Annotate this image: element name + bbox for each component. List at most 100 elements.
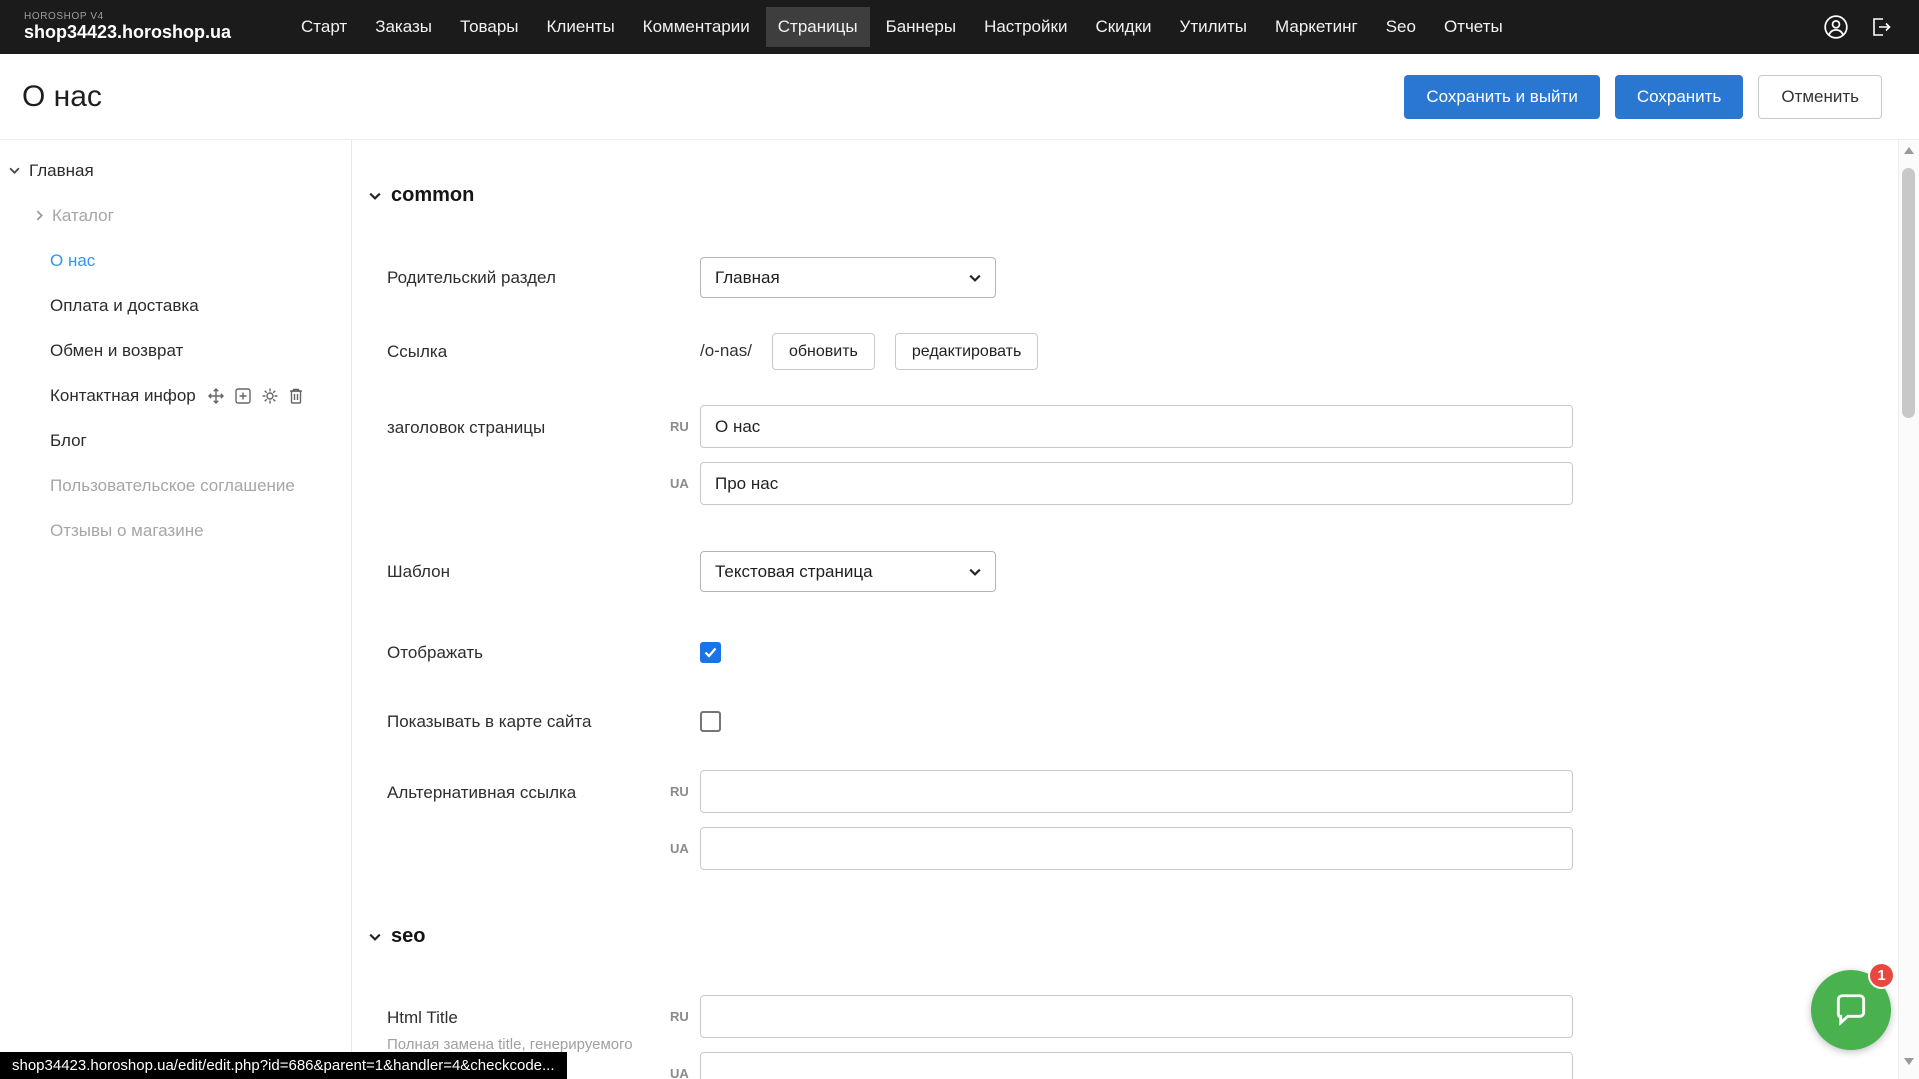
link-label: Ссылка (387, 333, 700, 370)
nav-item-utilities[interactable]: Утилиты (1168, 7, 1260, 47)
alt-link-row: Альтернативная ссылка RU UA (387, 770, 1573, 884)
nav-item-banners[interactable]: Баннеры (874, 7, 969, 47)
lang-badge-ru: RU (670, 784, 689, 799)
display-label: Отображать (387, 642, 700, 663)
sidebar-item-label: Пользовательское соглашение (50, 476, 295, 496)
nav-item-orders[interactable]: Заказы (363, 7, 444, 47)
alt-link-ru-input[interactable] (700, 770, 1573, 813)
chat-widget-button[interactable]: 1 (1811, 970, 1891, 1050)
parent-section-value: Главная (715, 268, 780, 288)
alt-link-ua-input[interactable] (700, 827, 1573, 870)
nav-item-clients[interactable]: Клиенты (535, 7, 627, 47)
move-icon[interactable] (207, 387, 225, 405)
vertical-scrollbar (1898, 140, 1919, 1079)
template-label: Шаблон (387, 551, 700, 592)
status-url: shop34423.horoshop.ua/edit/edit.php?id=6… (12, 1057, 555, 1074)
sidebar-item-otzyvy-o-magazine[interactable]: Отзывы о магазине (0, 508, 351, 553)
nav-menu: Старт Заказы Товары Клиенты Комментарии … (289, 7, 1515, 47)
pages-tree-sidebar: Главная Каталог О нас Оплата и доставка … (0, 140, 352, 1079)
nav-item-comments[interactable]: Комментарии (631, 7, 762, 47)
template-row: Шаблон Текстовая страница (387, 551, 996, 592)
html-title-ru-input[interactable] (700, 995, 1573, 1038)
link-edit-button[interactable]: редактировать (895, 333, 1038, 370)
chevron-down-icon[interactable] (9, 167, 20, 174)
section-seo-title: seo (391, 925, 425, 948)
nav-item-start[interactable]: Старт (289, 7, 359, 47)
sitemap-row: Показывать в карте сайта (387, 711, 721, 732)
html-title-label: Html Title (387, 1007, 700, 1028)
delete-trash-icon[interactable] (288, 387, 304, 405)
nav-item-reports[interactable]: Отчеты (1432, 7, 1515, 47)
page-title: О нас (22, 80, 102, 114)
add-icon[interactable] (234, 387, 252, 405)
save-button[interactable]: Сохранить (1615, 75, 1743, 119)
nav-item-marketing[interactable]: Маркетинг (1263, 7, 1370, 47)
section-common-toggle[interactable]: common (369, 184, 474, 207)
checkmark-icon (704, 647, 717, 658)
sidebar-item-label: Отзывы о магазине (50, 521, 204, 541)
sidebar-item-obmen-i-vozvrat[interactable]: Обмен и возврат (0, 328, 351, 373)
settings-gear-icon[interactable] (261, 387, 279, 405)
page-title-row: заголовок страницы RU UA (387, 405, 1573, 519)
link-row: Ссылка /o-nas/ обновить редактировать (387, 333, 1058, 370)
sidebar-item-blog[interactable]: Блог (0, 418, 351, 463)
chevron-right-icon[interactable] (36, 210, 43, 221)
page-title-ru-input[interactable] (700, 405, 1573, 448)
sidebar-item-label: Контактная инфор (50, 386, 196, 406)
nav-item-products[interactable]: Товары (448, 7, 530, 47)
scroll-up-arrow[interactable] (1904, 147, 1914, 154)
lang-badge-ua: UA (670, 841, 689, 856)
lang-badge-ua: UA (670, 1066, 689, 1079)
page-header: О нас Сохранить и выйти Сохранить Отмени… (0, 54, 1919, 140)
template-select[interactable]: Текстовая страница (700, 551, 996, 592)
display-checkbox[interactable] (700, 642, 721, 663)
parent-section-row: Родительский раздел Главная (387, 257, 996, 298)
lang-badge-ua: UA (670, 476, 689, 491)
nav-item-seo[interactable]: Seo (1374, 7, 1428, 47)
status-url-bar: shop34423.horoshop.ua/edit/edit.php?id=6… (0, 1052, 567, 1079)
brand-logo[interactable]: HOROSHOP V4 shop34423.horoshop.ua (24, 11, 259, 43)
chat-unread-badge: 1 (1868, 962, 1895, 989)
sidebar-item-label: О нас (50, 251, 95, 271)
cancel-button[interactable]: Отменить (1758, 75, 1882, 119)
brand-version: HOROSHOP V4 (24, 11, 259, 23)
template-value: Текстовая страница (715, 562, 873, 582)
lang-badge-ru: RU (670, 419, 689, 434)
nav-item-settings[interactable]: Настройки (972, 7, 1079, 47)
sidebar-item-oplata-i-dostavka[interactable]: Оплата и доставка (0, 283, 351, 328)
tree-item-actions (207, 387, 304, 405)
sidebar-item-label: Оплата и доставка (50, 296, 199, 316)
parent-section-label: Родительский раздел (387, 257, 700, 298)
lang-badge-ru: RU (670, 1009, 689, 1024)
page-edit-form: common Родительский раздел Главная Ссылк… (352, 140, 1898, 1079)
sidebar-item-label: Обмен и возврат (50, 341, 183, 361)
section-seo-toggle[interactable]: seo (369, 925, 425, 948)
nav-item-discounts[interactable]: Скидки (1083, 7, 1163, 47)
logout-icon[interactable] (1869, 15, 1893, 39)
sidebar-item-o-nas[interactable]: О нас (0, 238, 351, 283)
top-navigation: HOROSHOP V4 shop34423.horoshop.ua Старт … (0, 0, 1919, 54)
parent-section-select[interactable]: Главная (700, 257, 996, 298)
link-refresh-button[interactable]: обновить (772, 333, 875, 370)
chevron-down-icon (969, 274, 981, 282)
nav-item-pages[interactable]: Страницы (766, 7, 870, 47)
sidebar-item-label: Главная (29, 161, 94, 181)
user-account-icon[interactable] (1823, 14, 1849, 40)
sidebar-item-label: Каталог (52, 206, 114, 226)
save-and-exit-button[interactable]: Сохранить и выйти (1404, 75, 1599, 119)
sidebar-item-katalog[interactable]: Каталог (0, 193, 351, 238)
sidebar-item-polzovatelskoe-soglashenie[interactable]: Пользовательское соглашение (0, 463, 351, 508)
section-common-title: common (391, 184, 474, 207)
sitemap-checkbox[interactable] (700, 711, 721, 732)
scroll-down-arrow[interactable] (1904, 1058, 1914, 1065)
display-row: Отображать (387, 642, 721, 663)
page-title-ua-input[interactable] (700, 462, 1573, 505)
sidebar-item-glavnaya[interactable]: Главная (0, 148, 351, 193)
scrollbar-thumb[interactable] (1902, 168, 1915, 418)
chat-bubble-icon (1832, 991, 1870, 1029)
brand-domain: shop34423.horoshop.ua (24, 22, 259, 43)
sitemap-label: Показывать в карте сайта (387, 711, 700, 732)
sidebar-item-label: Блог (50, 431, 87, 451)
sidebar-item-kontaktnaya-informatsiya[interactable]: Контактная инфор (0, 373, 351, 418)
html-title-ua-input[interactable] (700, 1052, 1573, 1079)
